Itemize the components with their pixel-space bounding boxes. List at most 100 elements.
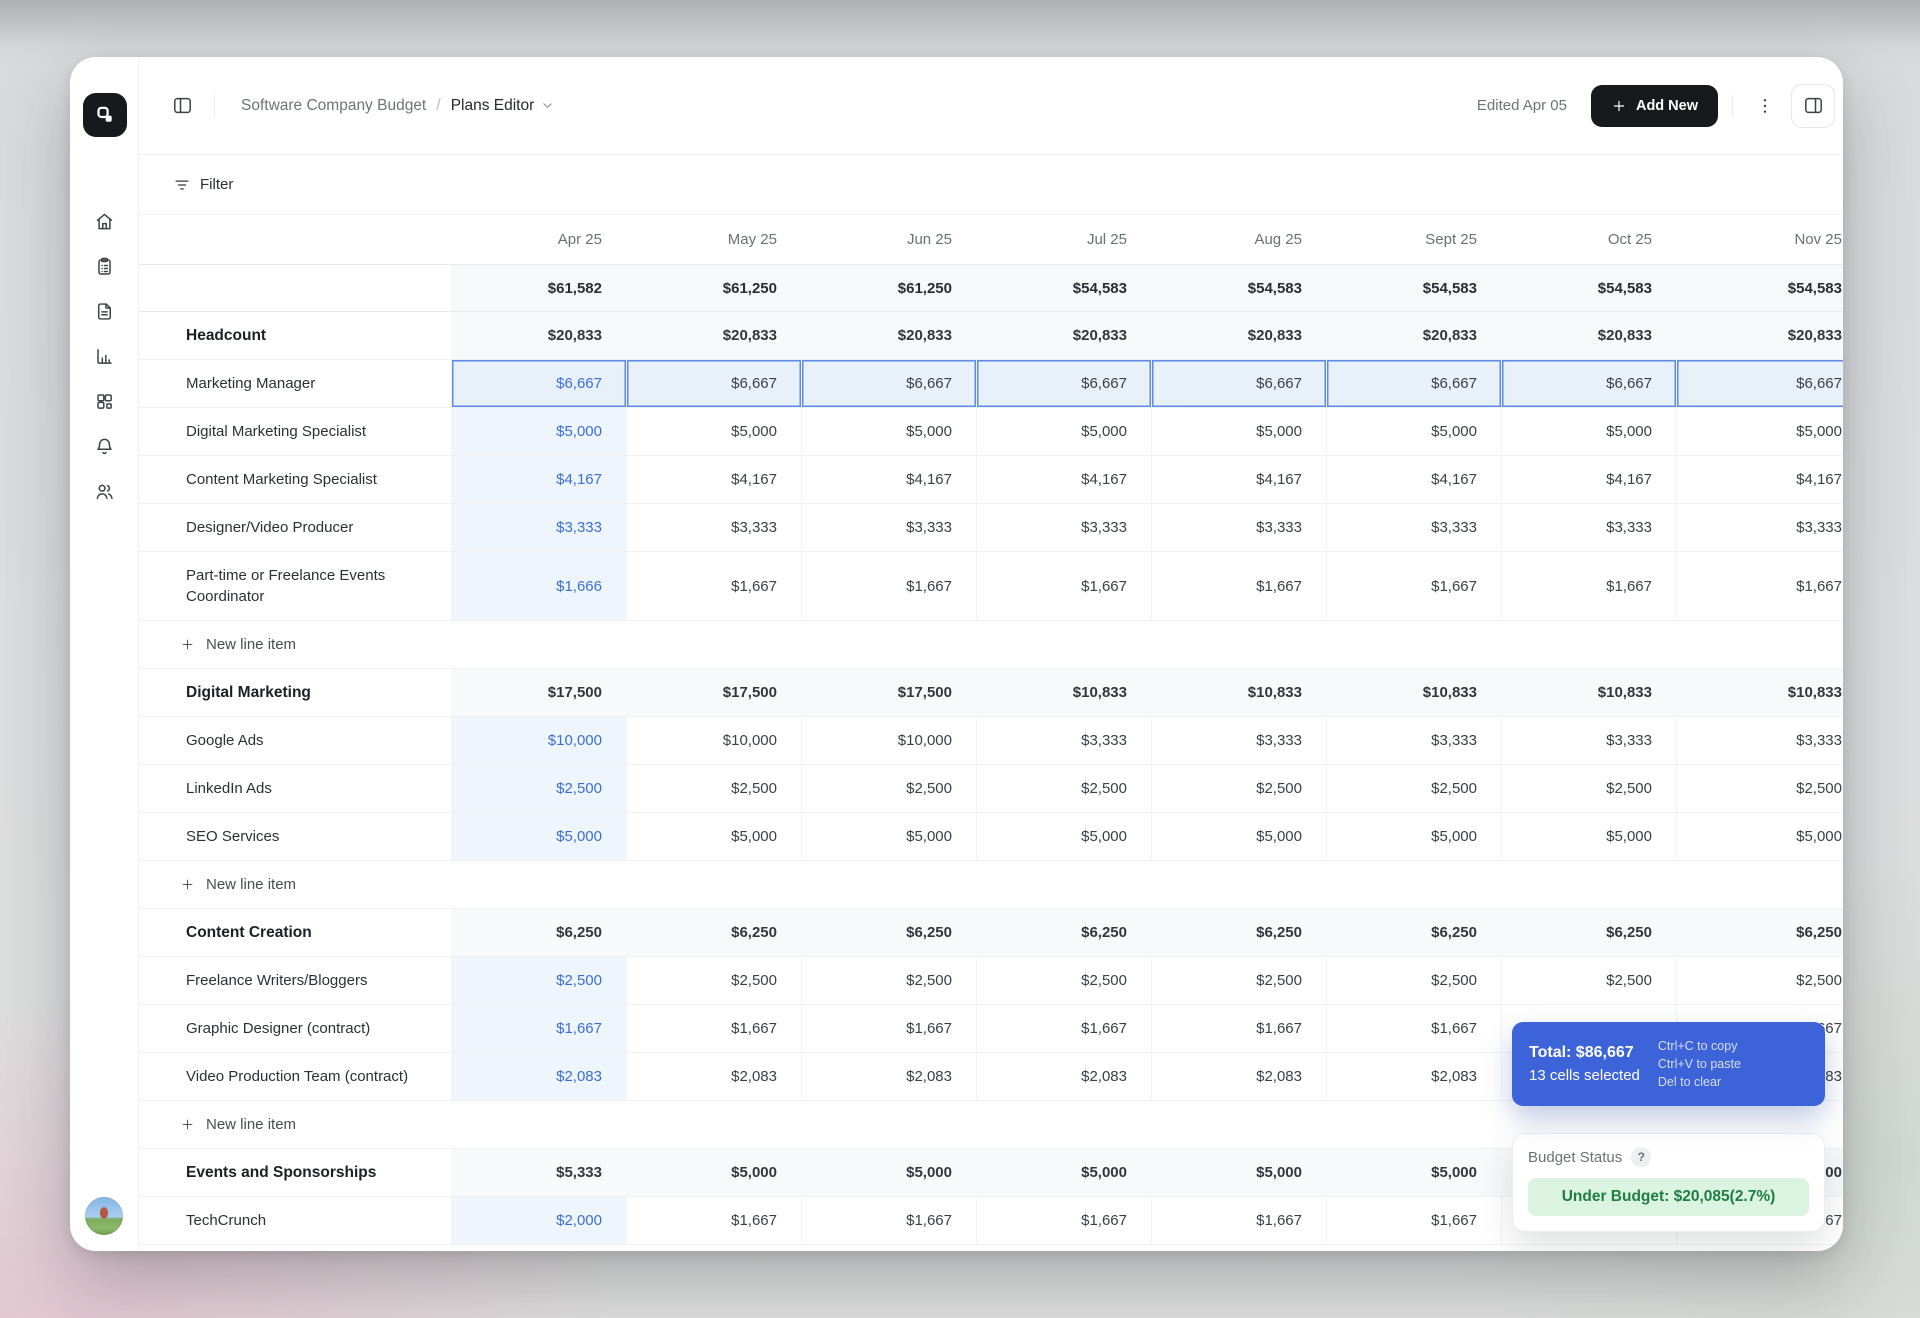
column-header[interactable]: Nov 25: [1676, 215, 1843, 264]
value-cell[interactable]: $3,333: [1501, 717, 1676, 764]
item-label[interactable]: SEO Services: [139, 813, 451, 860]
user-avatar[interactable]: [85, 1197, 123, 1235]
value-cell[interactable]: $1,667: [976, 552, 1151, 620]
column-header[interactable]: Aug 25: [1151, 215, 1326, 264]
section-row-headcount[interactable]: Headcount$20,833$20,833$20,833$20,833$20…: [139, 312, 1843, 360]
sidebar-item-blocks[interactable]: [70, 381, 139, 421]
value-cell[interactable]: $5,000: [976, 408, 1151, 455]
sidebar-item-bell[interactable]: [70, 426, 139, 466]
value-cell[interactable]: $4,167: [976, 456, 1151, 503]
column-header[interactable]: May 25: [626, 215, 801, 264]
value-cell[interactable]: $1,667: [976, 1005, 1151, 1052]
value-cell[interactable]: $2,500: [1151, 957, 1326, 1004]
value-cell[interactable]: $5,000: [451, 408, 626, 455]
value-cell[interactable]: $4,167: [451, 456, 626, 503]
value-cell[interactable]: $1,667: [1501, 552, 1676, 620]
value-cell[interactable]: $3,333: [1676, 504, 1843, 551]
value-cell[interactable]: $3,333: [451, 504, 626, 551]
value-cell[interactable]: $2,083: [801, 1053, 976, 1100]
value-cell[interactable]: $3,333: [976, 504, 1151, 551]
value-cell[interactable]: $10,000: [801, 717, 976, 764]
value-cell[interactable]: $2,500: [976, 765, 1151, 812]
value-cell[interactable]: $5,000: [1501, 408, 1676, 455]
column-header[interactable]: Apr 25: [451, 215, 626, 264]
value-cell[interactable]: $3,333: [1326, 504, 1501, 551]
breadcrumb-current[interactable]: Plans Editor: [451, 97, 556, 115]
value-cell[interactable]: $1,667: [976, 1197, 1151, 1244]
value-cell[interactable]: $6,667: [1676, 360, 1843, 407]
value-cell[interactable]: $1,666: [451, 552, 626, 620]
section-row-content-creation[interactable]: Content Creation$6,250$6,250$6,250$6,250…: [139, 909, 1843, 957]
value-cell[interactable]: $3,333: [626, 504, 801, 551]
value-cell[interactable]: $1,667: [1326, 1197, 1501, 1244]
value-cell[interactable]: $10,000: [451, 717, 626, 764]
value-cell[interactable]: $2,500: [1676, 957, 1843, 1004]
value-cell[interactable]: $5,000: [626, 408, 801, 455]
new-line-item-button[interactable]: New line item: [139, 1116, 296, 1133]
more-options-button[interactable]: [1747, 88, 1783, 124]
value-cell[interactable]: $3,333: [1326, 717, 1501, 764]
sidebar-toggle-button[interactable]: [164, 88, 200, 124]
column-header[interactable]: Oct 25: [1501, 215, 1676, 264]
value-cell[interactable]: $2,500: [801, 765, 976, 812]
sidebar-item-clipboard[interactable]: [70, 246, 139, 286]
item-label[interactable]: Google Ads: [139, 717, 451, 764]
item-label[interactable]: Marketing Manager: [139, 360, 451, 407]
item-label[interactable]: Digital Marketing Specialist: [139, 408, 451, 455]
new-line-item-button[interactable]: New line item: [139, 876, 296, 893]
value-cell[interactable]: $2,083: [1151, 1053, 1326, 1100]
value-cell[interactable]: $3,333: [801, 504, 976, 551]
value-cell[interactable]: $6,667: [451, 360, 626, 407]
value-cell[interactable]: $1,667: [451, 1005, 626, 1052]
value-cell[interactable]: $10,000: [626, 717, 801, 764]
value-cell[interactable]: $1,667: [1676, 552, 1843, 620]
column-header[interactable]: Jun 25: [801, 215, 976, 264]
value-cell[interactable]: $5,000: [801, 408, 976, 455]
value-cell[interactable]: $2,500: [626, 765, 801, 812]
value-cell[interactable]: $1,667: [626, 1197, 801, 1244]
value-cell[interactable]: $1,667: [626, 552, 801, 620]
value-cell[interactable]: $1,667: [801, 1005, 976, 1052]
value-cell[interactable]: $3,333: [1151, 717, 1326, 764]
value-cell[interactable]: $5,000: [976, 813, 1151, 860]
help-icon[interactable]: ?: [1631, 1147, 1651, 1167]
value-cell[interactable]: $2,083: [451, 1053, 626, 1100]
value-cell[interactable]: $3,333: [976, 717, 1151, 764]
value-cell[interactable]: $2,083: [1326, 1053, 1501, 1100]
value-cell[interactable]: $2,500: [1501, 957, 1676, 1004]
value-cell[interactable]: $3,333: [1151, 504, 1326, 551]
section-label[interactable]: Content Creation: [139, 909, 451, 956]
item-label[interactable]: Freelance Writers/Bloggers: [139, 957, 451, 1004]
breadcrumb-parent[interactable]: Software Company Budget: [241, 97, 426, 115]
value-cell[interactable]: $6,667: [1151, 360, 1326, 407]
item-label[interactable]: Part-time or Freelance Events Coordinato…: [139, 552, 451, 620]
value-cell[interactable]: $2,500: [626, 957, 801, 1004]
sidebar-item-home[interactable]: [70, 201, 139, 241]
sidebar-item-users[interactable]: [70, 471, 139, 511]
value-cell[interactable]: $2,083: [976, 1053, 1151, 1100]
value-cell[interactable]: $4,167: [801, 456, 976, 503]
item-label[interactable]: LinkedIn Ads: [139, 765, 451, 812]
filter-button[interactable]: Filter: [173, 176, 233, 194]
sidebar-item-bar-chart[interactable]: [70, 336, 139, 376]
value-cell[interactable]: $6,667: [976, 360, 1151, 407]
item-label[interactable]: TechCrunch: [139, 1197, 451, 1244]
column-header[interactable]: Sept 25: [1326, 215, 1501, 264]
item-label[interactable]: Video Production Team (contract): [139, 1053, 451, 1100]
value-cell[interactable]: $2,000: [451, 1197, 626, 1244]
value-cell[interactable]: $2,500: [976, 957, 1151, 1004]
value-cell[interactable]: $2,500: [1326, 957, 1501, 1004]
value-cell[interactable]: $6,667: [626, 360, 801, 407]
section-label[interactable]: Digital Marketing: [139, 669, 451, 716]
value-cell[interactable]: $2,500: [451, 957, 626, 1004]
value-cell[interactable]: $1,667: [626, 1005, 801, 1052]
value-cell[interactable]: $4,167: [1501, 456, 1676, 503]
value-cell[interactable]: $1,667: [1151, 1005, 1326, 1052]
item-label[interactable]: Designer/Video Producer: [139, 504, 451, 551]
value-cell[interactable]: $3,333: [1676, 717, 1843, 764]
value-cell[interactable]: $5,000: [1676, 813, 1843, 860]
value-cell[interactable]: $1,667: [1151, 552, 1326, 620]
value-cell[interactable]: $5,000: [626, 813, 801, 860]
value-cell[interactable]: $4,167: [1676, 456, 1843, 503]
value-cell[interactable]: $1,667: [1326, 552, 1501, 620]
